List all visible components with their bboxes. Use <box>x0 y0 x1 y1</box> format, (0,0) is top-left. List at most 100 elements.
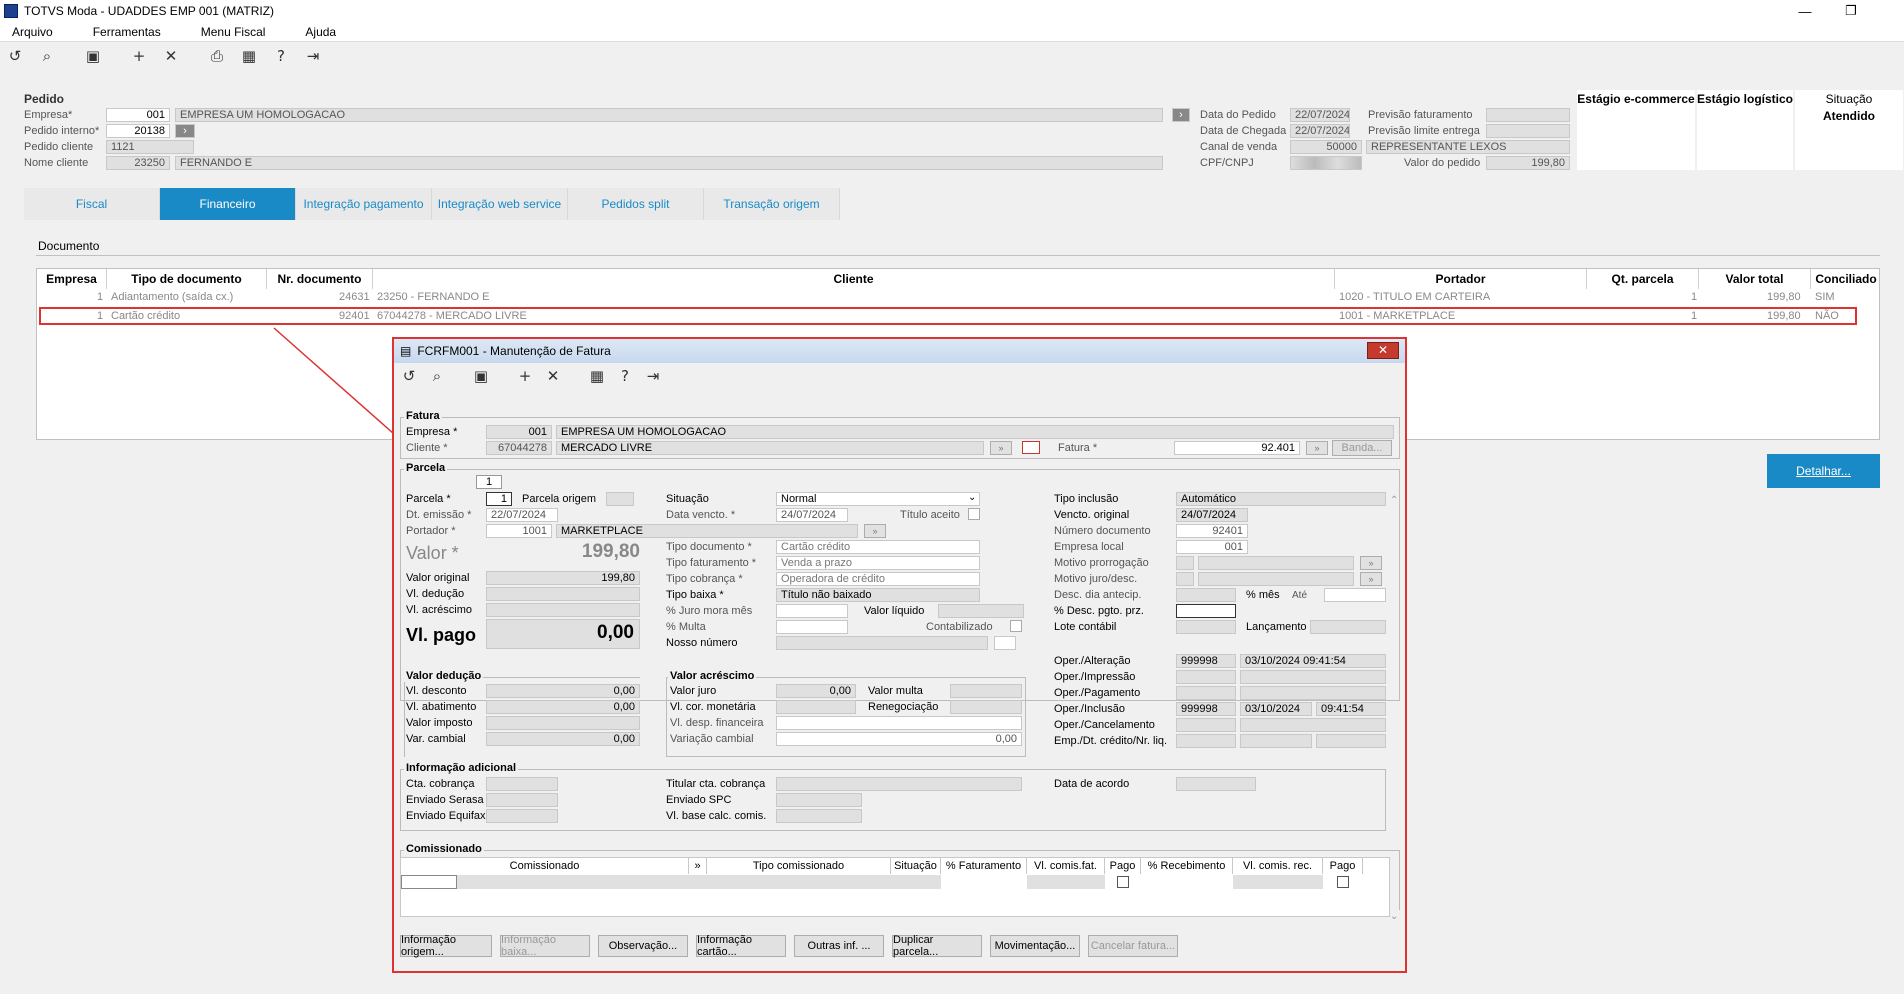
search-icon[interactable]: ⌕ <box>428 367 446 385</box>
nosso-numero-digit-field[interactable] <box>994 636 1016 650</box>
tipo-cobranca-select[interactable]: Operadora de crédito <box>776 572 980 586</box>
motivo-juro-lookup[interactable]: » <box>1360 572 1382 586</box>
restore-button[interactable]: ❐ <box>1828 0 1874 22</box>
exit-icon[interactable]: ⇥ <box>644 367 662 385</box>
col-pago-fat[interactable]: Pago <box>1105 858 1141 874</box>
exit-icon[interactable]: ⇥ <box>304 47 322 65</box>
desc-pgto-field[interactable] <box>1176 604 1236 618</box>
detalhar-button[interactable]: Detalhar... <box>1767 454 1880 488</box>
numero-documento-field[interactable]: 92401 <box>1176 524 1248 538</box>
col-nr-documento[interactable]: Nr. documento <box>267 269 373 289</box>
col-situacao[interactable]: Situação <box>891 858 941 874</box>
comissionado-code-cell[interactable] <box>401 875 457 889</box>
situacao-select[interactable]: Normal <box>776 492 980 506</box>
col-pct-recebimento[interactable]: % Recebimento <box>1141 858 1233 874</box>
search-icon[interactable]: ⌕ <box>38 47 56 65</box>
cancelar-fatura-button[interactable]: Cancelar fatura... <box>1088 935 1178 957</box>
col-vl-comis-fat[interactable]: Vl. comis.fat. <box>1027 858 1105 874</box>
col-vl-comis-rec[interactable]: Vl. comis. rec. <box>1233 858 1323 874</box>
tab-integracao-web-service[interactable]: Integração web service <box>432 188 568 220</box>
data-acordo-label: Data de acordo <box>1054 778 1130 790</box>
tipo-faturamento-select[interactable]: Venda a prazo <box>776 556 980 570</box>
empresa-arrow-button[interactable]: › <box>1172 108 1190 122</box>
portador-code-field[interactable]: 1001 <box>486 524 552 538</box>
col-pago-rec[interactable]: Pago <box>1323 858 1363 874</box>
undo-icon[interactable]: ↺ <box>6 47 24 65</box>
col-tipo-comissionado[interactable]: Tipo comissionado <box>707 858 891 874</box>
informacao-baixa-button[interactable]: Informação baixa... <box>500 934 590 958</box>
col-tipo-documento[interactable]: Tipo de documento <box>107 269 267 289</box>
add-icon[interactable]: + <box>516 367 534 385</box>
col-pct-faturamento[interactable]: % Faturamento <box>941 858 1027 874</box>
observacao-button[interactable]: Observação... <box>598 935 688 957</box>
col-cliente[interactable]: Cliente <box>373 269 1335 289</box>
help-icon[interactable]: ? <box>272 47 290 65</box>
col-comissionado[interactable]: Comissionado <box>401 858 689 874</box>
scroll-down-icon[interactable]: ⌄ <box>1390 911 1398 922</box>
empresa-code-field[interactable]: 001 <box>106 108 170 122</box>
dialog-close-button[interactable]: ✕ <box>1367 342 1399 359</box>
table-row[interactable] <box>401 875 1363 889</box>
tab-pedidos-split[interactable]: Pedidos split <box>568 188 704 220</box>
table-row-selected[interactable]: 1 Cartão crédito 92401 67044278 - MERCAD… <box>39 307 1857 325</box>
tab-fiscal[interactable]: Fiscal <box>24 188 160 220</box>
data-vencto-field[interactable]: 24/07/2024 <box>776 508 848 522</box>
cancel-icon[interactable]: ✕ <box>544 367 562 385</box>
minimize-button[interactable]: — <box>1782 0 1828 22</box>
banda-button[interactable]: Banda... <box>1332 440 1392 456</box>
calendar-icon[interactable]: ▦ <box>240 47 258 65</box>
informacao-cartao-button[interactable]: Informação cartão... <box>696 934 786 958</box>
parcela-tab-1[interactable]: 1 <box>476 475 502 489</box>
duplicar-parcela-button[interactable]: Duplicar parcela... <box>892 934 982 958</box>
portador-lookup-button[interactable]: » <box>864 524 886 538</box>
outras-inf-button[interactable]: Outras inf. ... <box>794 935 884 957</box>
contabilizado-checkbox[interactable] <box>1010 620 1022 632</box>
col-qt-parcela[interactable]: Qt. parcela <box>1587 269 1699 289</box>
pago-fat-checkbox[interactable] <box>1117 876 1129 888</box>
vl-desp-financeira-field[interactable] <box>776 716 1022 730</box>
pedido-interno-arrow-button[interactable]: › <box>175 124 195 138</box>
undo-icon[interactable]: ↺ <box>400 367 418 385</box>
menu-ajuda[interactable]: Ajuda <box>305 25 336 39</box>
fatura-lookup-button[interactable]: » <box>1306 441 1328 455</box>
fatura-numero-field[interactable]: 92.401 <box>1174 441 1300 455</box>
tab-financeiro[interactable]: Financeiro <box>160 188 296 220</box>
save-icon[interactable]: ▣ <box>472 367 490 385</box>
cliente-card-icon[interactable] <box>1022 441 1040 454</box>
ate-field[interactable] <box>1324 588 1386 602</box>
cliente-lookup-button[interactable]: » <box>990 441 1012 455</box>
pago-rec-checkbox[interactable] <box>1337 876 1349 888</box>
pedido-interno-field[interactable]: 20138 <box>106 124 170 138</box>
menu-arquivo[interactable]: Arquivo <box>12 25 53 39</box>
menu-fiscal[interactable]: Menu Fiscal <box>201 25 266 39</box>
empresa-local-field[interactable]: 001 <box>1176 540 1248 554</box>
cancel-icon[interactable]: ✕ <box>162 47 180 65</box>
col-portador[interactable]: Portador <box>1335 269 1587 289</box>
movimentacao-button[interactable]: Movimentação... <box>990 935 1080 957</box>
col-empresa[interactable]: Empresa <box>37 269 107 289</box>
col-expand[interactable]: » <box>689 858 707 874</box>
titulo-aceito-checkbox[interactable] <box>968 508 980 520</box>
multa-field[interactable] <box>776 620 848 634</box>
help-icon[interactable]: ? <box>616 367 634 385</box>
add-icon[interactable]: + <box>130 47 148 65</box>
variacao-cambial-field[interactable]: 0,00 <box>776 732 1022 746</box>
motivo-prorrogacao-lookup[interactable]: » <box>1360 556 1382 570</box>
dt-emissao-field[interactable]: 22/07/2024 <box>486 508 558 522</box>
tipo-documento-select[interactable]: Cartão crédito <box>776 540 980 554</box>
juro-mora-field[interactable] <box>776 604 848 618</box>
titulo-aceito-label: Título aceito <box>900 509 960 521</box>
table-row[interactable]: 1 Adiantamento (saída cx.) 24631 23250 -… <box>37 289 1879 305</box>
tipo-inclusao-select[interactable]: Automático <box>1176 492 1386 506</box>
informacao-origem-button[interactable]: Informação origem... <box>400 934 492 958</box>
parcela-field[interactable]: 1 <box>486 492 512 506</box>
col-valor-total[interactable]: Valor total <box>1699 269 1811 289</box>
menu-ferramentas[interactable]: Ferramentas <box>93 25 161 39</box>
scroll-up-icon[interactable]: ⌃ <box>1390 495 1398 506</box>
calendar-icon[interactable]: ▦ <box>588 367 606 385</box>
save-icon[interactable]: ▣ <box>84 47 102 65</box>
col-conciliado[interactable]: Conciliado <box>1811 269 1881 289</box>
tab-transacao-origem[interactable]: Transação origem <box>704 188 840 220</box>
tab-integracao-pagamento[interactable]: Integração pagamento <box>296 188 432 220</box>
print-icon[interactable]: ⎙ <box>208 47 226 65</box>
